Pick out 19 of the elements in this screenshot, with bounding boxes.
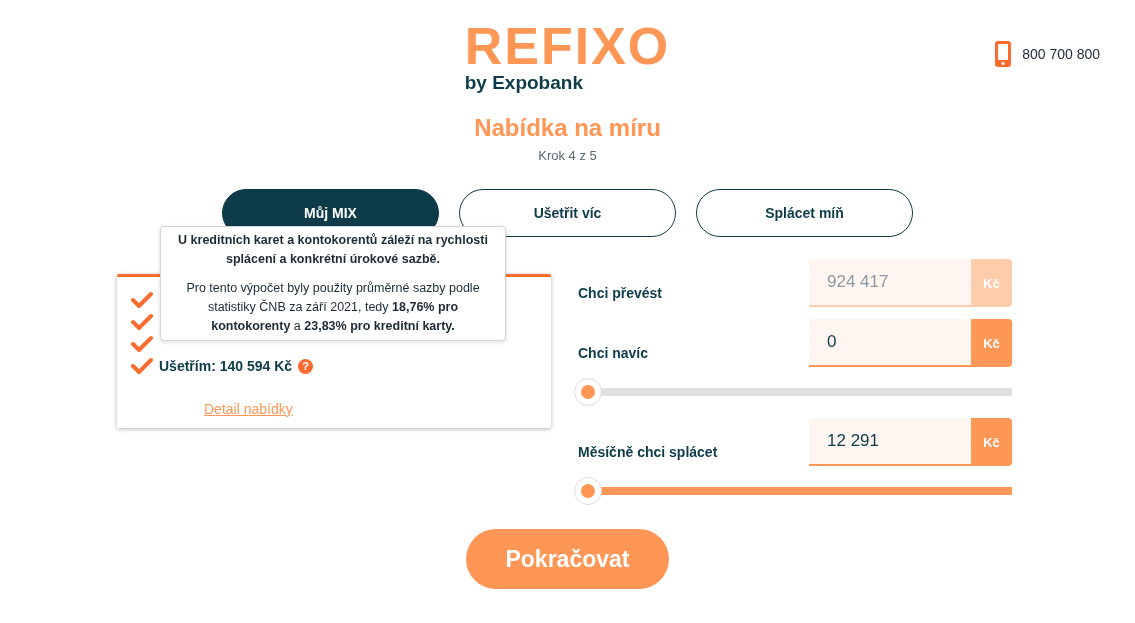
phone-number[interactable]: 800 700 800	[1022, 46, 1100, 62]
currency-unit: Kč	[971, 319, 1012, 367]
field-label: Chci navíc	[578, 345, 649, 363]
field-label: Chci převést	[578, 285, 663, 303]
slider-thumb[interactable]	[574, 378, 602, 406]
smartphone-icon	[994, 40, 1013, 68]
offer-detail: Ušetřím: 140 594 Kč	[159, 358, 293, 374]
amount-field[interactable]: 0	[809, 319, 971, 367]
refixo-logo: REFIXO	[464, 22, 671, 70]
currency-unit: Kč	[971, 418, 1012, 466]
offer-tab[interactable]: Splácet míň	[696, 189, 913, 237]
field-label: Měsíčně chci splácet	[578, 444, 718, 462]
tooltip-text: Pro tento výpočet byly použity průměrné sazby podle statistiky ČNB za září 2021, tedy 18,76% pro kontokorenty a 23,83% pro kreditní karty.	[185, 280, 481, 335]
step-indicator: Krok 4 z 5	[537, 148, 598, 163]
page-title: Nabídka na míru	[473, 114, 662, 142]
currency-unit: Kč	[971, 259, 1012, 307]
expobank-logo: by Expobank	[464, 72, 583, 94]
slider-thumb[interactable]	[574, 477, 602, 505]
amount-field[interactable]: 12 291	[809, 418, 971, 466]
